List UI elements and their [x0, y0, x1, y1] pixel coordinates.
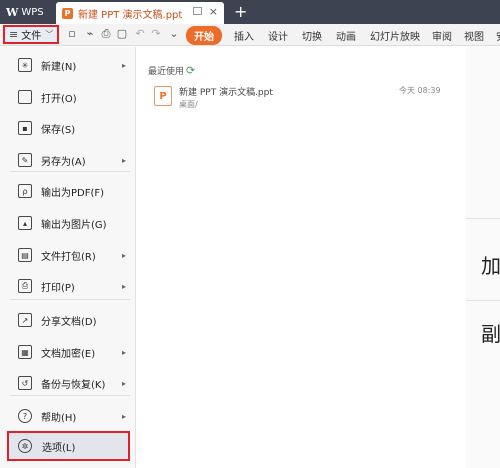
- share-icon: ↗: [18, 313, 32, 327]
- format-painter-icon[interactable]: ⌁: [84, 28, 96, 40]
- recent-file-name: 新建 PPT 演示文稿.ppt: [179, 88, 273, 98]
- wps-label: WPS: [21, 6, 44, 18]
- document-tab-label: 新建 PPT 演示文稿.ppt: [78, 9, 183, 21]
- ppt-file-icon: P: [154, 86, 172, 106]
- gear-icon: ✲: [18, 439, 32, 453]
- menu-item-label: 文档加密(E): [41, 348, 96, 360]
- recent-title-label: 最近使用: [148, 67, 185, 77]
- tab-design[interactable]: 设计: [268, 28, 288, 43]
- file-menu-label: 文件: [21, 31, 42, 42]
- menu-item-encrypt[interactable]: ▦ 文档加密(E) ▸: [0, 339, 136, 365]
- recent-file-time: 今天 08:39: [399, 86, 441, 95]
- help-icon: ?: [18, 409, 32, 423]
- submenu-arrow-icon: ▸: [122, 155, 127, 165]
- submenu-arrow-icon: ▸: [122, 347, 127, 357]
- print-preview-icon[interactable]: ▢: [116, 28, 128, 40]
- menu-item-backup[interactable]: ↺ 备份与恢复(K) ▸: [0, 370, 136, 396]
- menu-item-open[interactable]: 打开(O): [0, 84, 136, 110]
- backup-icon: ↺: [18, 376, 32, 390]
- slide-guide-line: [466, 300, 500, 301]
- menu-item-label: 备份与恢复(K): [41, 379, 106, 391]
- menu-item-export-pdf[interactable]: ρ 输出为PDF(F): [0, 178, 136, 204]
- ppt-file-icon: P: [62, 7, 73, 19]
- customize-toolbar-icon[interactable]: ⌄: [168, 28, 180, 40]
- menu-item-label: 分享文档(D): [41, 316, 97, 328]
- file-menu-panel: ✳ 新建(N) ▸ 打开(O) ▪ 保存(S) ✎ 另存为(A) ▸ ρ 输出为…: [0, 47, 136, 468]
- menu-item-label: 打开(O): [41, 93, 77, 105]
- slide-title-text: 加: [481, 254, 500, 278]
- lock-icon: ▦: [18, 345, 32, 359]
- menu-item-label: 保存(S): [41, 124, 76, 136]
- file-menu-button[interactable]: ≡ 文件 ﹀: [3, 25, 59, 44]
- menu-divider: [10, 395, 130, 396]
- tab-review[interactable]: 审阅: [432, 28, 452, 43]
- tab-view[interactable]: 视图: [464, 28, 484, 43]
- menu-item-package[interactable]: ▤ 文件打包(R) ▸: [0, 242, 136, 268]
- submenu-arrow-icon: ▸: [122, 60, 127, 70]
- tab-slideshow[interactable]: 幻灯片放映: [370, 28, 420, 43]
- redo-icon[interactable]: ↷: [150, 28, 162, 40]
- menu-item-new[interactable]: ✳ 新建(N) ▸: [0, 52, 136, 78]
- package-icon: ▤: [18, 248, 32, 262]
- menu-item-label: 打印(P): [41, 282, 75, 294]
- recent-file-path: 桌面/: [179, 100, 198, 109]
- submenu-arrow-icon: ▸: [122, 378, 127, 388]
- menu-item-label: 选项(L): [42, 442, 76, 454]
- menu-item-label: 输出为PDF(F): [41, 187, 105, 199]
- menu-item-share[interactable]: ↗ 分享文档(D): [0, 307, 136, 333]
- add-tab-icon[interactable]: +: [234, 2, 247, 21]
- menu-item-save[interactable]: ▪ 保存(S): [0, 115, 136, 141]
- menu-item-label: 输出为图片(G): [41, 219, 107, 231]
- menu-item-export-image[interactable]: ▴ 输出为图片(G): [0, 210, 136, 236]
- slide-guide-line: [466, 218, 500, 219]
- close-tab-icon[interactable]: ×: [209, 5, 218, 18]
- recent-section-title: 最近使用 ⟳: [148, 64, 195, 77]
- menu-item-label: 新建(N): [41, 61, 77, 73]
- submenu-arrow-icon: ▸: [122, 411, 127, 421]
- hamburger-icon: ≡: [9, 28, 19, 41]
- tab-transition[interactable]: 切换: [302, 28, 322, 43]
- wps-logo-icon: W: [6, 5, 19, 19]
- menu-item-options[interactable]: ✲ 选项(L): [7, 431, 130, 461]
- tab-home[interactable]: 开始: [186, 25, 222, 45]
- submenu-arrow-icon: ▸: [122, 250, 127, 260]
- print-quick-icon[interactable]: ⎙: [100, 28, 112, 40]
- menu-item-label: 文件打包(R): [41, 251, 96, 263]
- undo-icon[interactable]: ↶: [134, 28, 146, 40]
- ribbon-tab-bar: ≡ 文件 ﹀ ▫ ⌁ ⎙ ▢ ↶ ↷ ⌄ 开始 插入 设计 切换 动画 幻灯片放…: [0, 24, 500, 46]
- folder-open-icon: [18, 90, 32, 104]
- menu-item-help[interactable]: ? 帮助(H) ▸: [0, 403, 136, 429]
- save-as-icon: ✎: [18, 153, 32, 167]
- new-file-icon: ✳: [18, 58, 32, 72]
- document-tab[interactable]: P 新建 PPT 演示文稿.ppt ×: [56, 2, 224, 24]
- save-icon: ▪: [18, 121, 32, 135]
- menu-item-print[interactable]: ⎙ 打印(P) ▸: [0, 273, 136, 299]
- menu-divider: [10, 299, 130, 300]
- printer-icon: ⎙: [18, 279, 32, 293]
- pdf-icon: ρ: [18, 184, 32, 198]
- refresh-icon[interactable]: ⟳: [186, 64, 195, 77]
- menu-item-save-as[interactable]: ✎ 另存为(A) ▸: [0, 147, 136, 173]
- image-icon: ▴: [18, 216, 32, 230]
- restore-window-icon[interactable]: [193, 7, 202, 15]
- tab-animation[interactable]: 动画: [336, 28, 356, 43]
- slide-subtitle-text: 副: [481, 322, 500, 346]
- chevron-down-icon: ﹀: [45, 30, 54, 39]
- recent-file-row[interactable]: P 新建 PPT 演示文稿.ppt 桌面/ 今天 08:39: [148, 83, 448, 113]
- submenu-arrow-icon: ▸: [122, 281, 127, 291]
- ribbon-tabs: 开始 插入 设计 切换 动画 幻灯片放映 审阅 视图 安: [186, 24, 500, 46]
- title-bar: W WPS P 新建 PPT 演示文稿.ppt × +: [0, 0, 500, 24]
- save-quick-icon[interactable]: ▫: [66, 28, 78, 40]
- menu-item-label: 帮助(H): [41, 412, 77, 424]
- menu-item-label: 另存为(A): [41, 156, 86, 168]
- menu-divider: [10, 171, 130, 172]
- tab-security[interactable]: 安: [496, 28, 500, 43]
- wps-home-tab[interactable]: W WPS: [0, 0, 55, 24]
- tab-insert[interactable]: 插入: [234, 28, 254, 43]
- recent-files-panel: 最近使用 ⟳ P 新建 PPT 演示文稿.ppt 桌面/ 今天 08:39: [136, 47, 466, 468]
